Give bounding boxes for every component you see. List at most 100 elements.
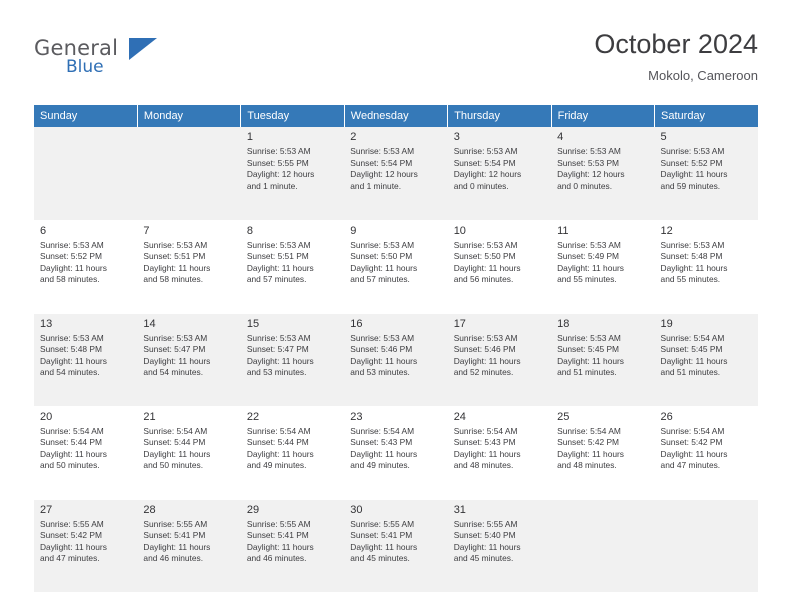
day-number: 1 [246, 131, 253, 143]
day-detail-line: Sunset: 5:46 PM [453, 344, 516, 355]
day-detail-line: Sunrise: 5:53 AM [143, 239, 208, 250]
day-detail-line: Sunrise: 5:53 AM [453, 146, 518, 156]
calendar-day-cell[interactable]: 6 Sunrise: 5:53 AM Sunset: 5:52 PM Daylight… [34, 220, 138, 314]
day-detail-line: and 47 minutes. [660, 460, 721, 471]
calendar-empty-cell [551, 499, 655, 593]
day-detail-line: Daylight: 11 hours [557, 355, 624, 366]
calendar-day-cell[interactable]: 7 Sunrise: 5:53 AM Sunset: 5:51 PM Daylight… [137, 220, 241, 314]
day-detail-line: Sunrise: 5:55 AM [40, 518, 104, 529]
day-details: Sunrise: 5:55 AM Sunset: 5:40 PM Daylight:… [454, 519, 547, 565]
day-number: 20 [40, 410, 53, 423]
day-detail-line: Sunset: 5:43 PM [350, 437, 413, 448]
day-detail-line: and 49 minutes. [246, 460, 307, 471]
day-number: 30 [350, 503, 363, 516]
day-detail-line: Daylight: 11 hours [40, 448, 107, 459]
day-detail-line: and 51 minutes. [660, 367, 721, 378]
day-detail-line: Daylight: 11 hours [453, 262, 521, 273]
day-detail-line: Daylight: 11 hours [557, 262, 624, 273]
day-detail-line: Sunrise: 5:53 AM [246, 332, 311, 343]
day-detail-line: Sunset: 5:41 PM [350, 530, 413, 541]
calendar-day-cell[interactable]: 23 Sunrise: 5:54 AM Sunset: 5:43 PM Dayligh… [344, 406, 448, 500]
day-detail-line: Sunrise: 5:53 AM [350, 239, 415, 250]
calendar-day-cell[interactable]: 8 Sunrise: 5:53 AM Sunset: 5:51 PM Daylight… [240, 220, 345, 314]
calendar-day-cell[interactable]: 11 Sunrise: 5:53 AM Sunset: 5:49 PM Dayligh… [551, 220, 655, 314]
day-detail-line: Sunset: 5:54 PM [350, 157, 413, 168]
day-detail-line: and 57 minutes. [246, 274, 307, 285]
calendar-day-cell[interactable]: 25 Sunrise: 5:54 AM Sunset: 5:42 PM Dayligh… [551, 406, 655, 500]
calendar-day-cell[interactable]: 12 Sunrise: 5:53 AM Sunset: 5:48 PM Dayligh… [654, 220, 758, 314]
day-details: Sunrise: 5:53 AM Sunset: 5:46 PM Daylight:… [454, 333, 547, 379]
calendar-day-cell[interactable]: 4 Sunrise: 5:53 AM Sunset: 5:53 PM Daylight… [551, 127, 655, 221]
day-number: 12 [660, 224, 673, 237]
title-block: October 2024 Mokolo, Cameroon [594, 28, 758, 83]
calendar-day-cell[interactable]: 30 Sunrise: 5:55 AM Sunset: 5:41 PM Dayligh… [344, 499, 448, 593]
day-detail-line: Sunset: 5:53 PM [557, 157, 620, 168]
weekday-header-row: Sunday Monday Tuesday Wednesday Thursday… [34, 105, 758, 127]
day-details: Sunrise: 5:53 AM Sunset: 5:47 PM Daylight:… [247, 333, 340, 379]
calendar-day-cell[interactable]: 2 Sunrise: 5:53 AM Sunset: 5:54 PM Daylight… [344, 127, 448, 221]
calendar-day-cell[interactable]: 26 Sunrise: 5:54 AM Sunset: 5:42 PM Dayligh… [654, 406, 758, 500]
day-details: Sunrise: 5:55 AM Sunset: 5:41 PM Daylight:… [247, 519, 340, 565]
day-detail-line: Daylight: 11 hours [453, 541, 521, 552]
calendar-day-cell[interactable]: 14 Sunrise: 5:53 AM Sunset: 5:47 PM Dayligh… [137, 313, 241, 407]
day-details: Sunrise: 5:54 AM Sunset: 5:42 PM Daylight:… [557, 426, 650, 472]
day-number: 14 [143, 317, 156, 330]
day-number: 25 [557, 410, 570, 423]
calendar-day-cell[interactable]: 21 Sunrise: 5:54 AM Sunset: 5:44 PM Dayligh… [137, 406, 241, 500]
calendar-day-cell[interactable]: 29 Sunrise: 5:55 AM Sunset: 5:41 PM Dayligh… [240, 499, 345, 593]
day-detail-line: and 54 minutes. [40, 367, 100, 378]
calendar-day-cell[interactable]: 22 Sunrise: 5:54 AM Sunset: 5:44 PM Dayligh… [240, 406, 345, 500]
calendar-day-cell[interactable]: 10 Sunrise: 5:53 AM Sunset: 5:50 PM Dayligh… [447, 220, 552, 314]
calendar-day-cell[interactable]: 18 Sunrise: 5:53 AM Sunset: 5:45 PM Dayligh… [551, 313, 655, 407]
day-detail-line: and 46 minutes. [143, 553, 204, 564]
day-details: Sunrise: 5:53 AM Sunset: 5:47 PM Daylight:… [143, 333, 236, 379]
calendar-day-cell[interactable]: 31 Sunrise: 5:55 AM Sunset: 5:40 PM Dayligh… [447, 499, 552, 593]
day-details: Sunrise: 5:53 AM Sunset: 5:53 PM Daylight:… [557, 146, 650, 192]
calendar-day-cell[interactable]: 16 Sunrise: 5:53 AM Sunset: 5:46 PM Dayligh… [344, 313, 448, 407]
day-detail-line: Daylight: 11 hours [246, 448, 314, 459]
calendar-day-cell[interactable]: 27 Sunrise: 5:55 AM Sunset: 5:42 PM Dayligh… [34, 499, 138, 593]
day-number: 21 [143, 410, 156, 423]
day-details: Sunrise: 5:54 AM Sunset: 5:45 PM Daylight:… [661, 333, 754, 379]
calendar-week-row: 13 Sunrise: 5:53 AM Sunset: 5:48 PM Dayligh… [34, 313, 758, 407]
day-detail-line: Sunrise: 5:53 AM [557, 146, 621, 156]
calendar-day-cell[interactable]: 15 Sunrise: 5:53 AM Sunset: 5:47 PM Dayligh… [240, 313, 345, 407]
calendar-day-cell[interactable]: 28 Sunrise: 5:55 AM Sunset: 5:41 PM Dayligh… [137, 499, 241, 593]
day-details: Sunrise: 5:54 AM Sunset: 5:44 PM Daylight:… [143, 426, 236, 472]
brand-logo[interactable]: General Blue [34, 36, 254, 77]
day-detail-line: and 56 minutes. [453, 274, 514, 285]
day-detail-line: Sunrise: 5:53 AM [557, 332, 621, 343]
day-detail-line: Sunset: 5:46 PM [350, 344, 413, 355]
calendar-day-cell[interactable]: 1 Sunrise: 5:53 AM Sunset: 5:55 PM Daylight… [240, 127, 345, 221]
day-detail-line: and 47 minutes. [40, 553, 100, 564]
weekday-header-friday: Friday [551, 105, 656, 127]
calendar-day-cell[interactable]: 13 Sunrise: 5:53 AM Sunset: 5:48 PM Dayligh… [34, 313, 138, 407]
day-details: Sunrise: 5:55 AM Sunset: 5:41 PM Daylight:… [350, 519, 443, 565]
location-subtitle: Mokolo, Cameroon [648, 68, 758, 83]
day-details: Sunrise: 5:53 AM Sunset: 5:45 PM Daylight:… [557, 333, 650, 379]
day-details: Sunrise: 5:53 AM Sunset: 5:50 PM Daylight:… [350, 240, 443, 286]
calendar-day-cell[interactable]: 5 Sunrise: 5:53 AM Sunset: 5:52 PM Daylight… [654, 127, 758, 221]
calendar-day-cell[interactable]: 17 Sunrise: 5:53 AM Sunset: 5:46 PM Dayligh… [447, 313, 552, 407]
day-number: 13 [40, 317, 53, 330]
calendar-day-cell[interactable]: 20 Sunrise: 5:54 AM Sunset: 5:44 PM Dayligh… [34, 406, 138, 500]
calendar-week-row: 1 Sunrise: 5:53 AM Sunset: 5:55 PM Daylight… [34, 127, 758, 221]
calendar-day-cell[interactable]: 3 Sunrise: 5:53 AM Sunset: 5:54 PM Daylight… [447, 127, 552, 221]
calendar-day-cell[interactable]: 24 Sunrise: 5:54 AM Sunset: 5:43 PM Dayligh… [447, 406, 552, 500]
day-number: 22 [246, 410, 260, 423]
day-detail-line: Sunset: 5:51 PM [246, 251, 309, 262]
day-detail-line: Sunrise: 5:54 AM [246, 425, 311, 436]
day-detail-line: Sunrise: 5:53 AM [350, 332, 415, 343]
day-detail-line: Sunrise: 5:54 AM [660, 332, 725, 343]
calendar-day-cell[interactable]: 19 Sunrise: 5:54 AM Sunset: 5:45 PM Dayligh… [654, 313, 758, 407]
day-detail-line: Daylight: 12 hours [246, 169, 315, 180]
day-detail-line: Sunset: 5:50 PM [453, 251, 516, 262]
day-detail-line: Daylight: 11 hours [246, 355, 314, 366]
day-details: Sunrise: 5:53 AM Sunset: 5:52 PM Daylight:… [661, 146, 754, 192]
day-detail-line: Sunrise: 5:54 AM [350, 425, 415, 436]
calendar-day-cell[interactable]: 9 Sunrise: 5:53 AM Sunset: 5:50 PM Daylight… [344, 220, 448, 314]
day-detail-line: Sunrise: 5:53 AM [40, 332, 104, 343]
day-detail-line: Daylight: 12 hours [453, 169, 522, 180]
day-detail-line: Sunset: 5:44 PM [143, 437, 206, 448]
day-number: 3 [453, 131, 460, 143]
